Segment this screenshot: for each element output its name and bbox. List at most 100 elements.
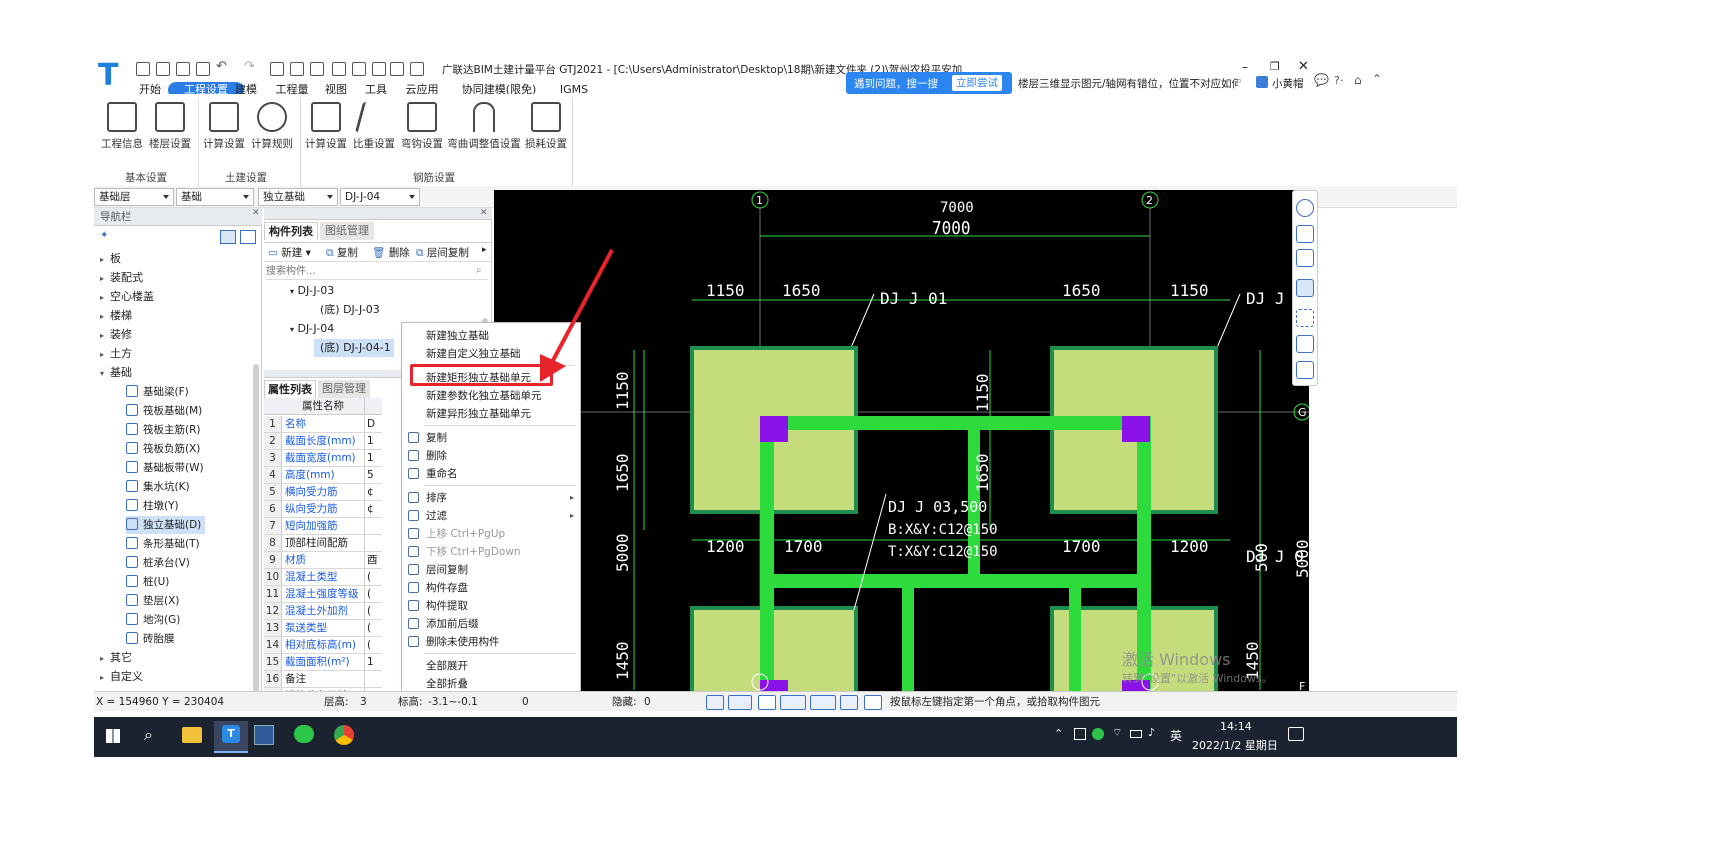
object-view-icon[interactable]	[1296, 335, 1314, 353]
arc-icon[interactable]	[864, 695, 882, 710]
copy-button[interactable]: ⧉ 复制	[326, 245, 358, 260]
detail-view-icon[interactable]	[240, 230, 256, 244]
nav-item-brick-form[interactable]: 砖胎膜	[126, 630, 175, 648]
snap-icon[interactable]	[728, 695, 752, 710]
report-icon[interactable]	[290, 62, 304, 76]
calc-rules-button[interactable]: 计算规则	[248, 102, 296, 151]
3d-view-icon[interactable]	[1296, 199, 1314, 217]
civil-calc-settings-button[interactable]: 计算设置	[200, 102, 248, 151]
property-value[interactable]: 1	[364, 654, 382, 670]
minimize-icon[interactable]: –	[1242, 60, 1248, 74]
battery-icon[interactable]	[1130, 730, 1142, 738]
nav-group-other[interactable]: ▸ 其它	[100, 649, 132, 667]
dynamic-input-icon[interactable]	[810, 695, 836, 710]
context-menu-item[interactable]: 添加前后缀	[402, 615, 580, 633]
property-value[interactable]: 1	[364, 450, 382, 466]
cube-front-icon[interactable]	[1296, 249, 1314, 267]
nav-group-hollow[interactable]: ▸ 空心楼盖	[100, 288, 154, 306]
cube-top-icon[interactable]	[1296, 225, 1314, 243]
redo-icon[interactable]: ↷	[244, 59, 255, 74]
tray-apps-icon[interactable]	[1074, 728, 1086, 740]
more-icon[interactable]: ▸	[482, 245, 487, 255]
cross-icon[interactable]	[758, 695, 776, 710]
delete-button[interactable]: 🗑 删除	[372, 245, 410, 260]
property-value[interactable]: 酉	[364, 552, 382, 568]
property-row[interactable]: 3 截面宽度(mm) 1	[264, 450, 382, 467]
nav-item-raft-neg-rebar[interactable]: 筏板负筋(X)	[126, 440, 200, 458]
type-select[interactable]: 独立基础	[258, 188, 338, 206]
help-search-text[interactable]: 楼层三维显示图元/轴网有错位，位置不对应如何处理？	[1018, 76, 1238, 91]
floor-copy-button[interactable]: ⧉ 层间复制	[416, 245, 469, 260]
film-icon[interactable]	[390, 62, 404, 76]
file-explorer-icon[interactable]	[182, 727, 202, 743]
context-menu-item[interactable]: 重命名	[402, 465, 580, 483]
bend-adjust-button[interactable]: 弯曲调整值设置	[446, 102, 522, 151]
property-value[interactable]: (	[364, 569, 382, 585]
property-row[interactable]: 1 名称 D	[264, 416, 382, 433]
tree-leaf-dj-j-03[interactable]: (底) DJ-J-03	[320, 301, 380, 319]
tray-expand-icon[interactable]: ⌃	[1054, 727, 1063, 740]
weight-settings-button[interactable]: 比重设置	[350, 102, 398, 151]
search-icon[interactable]: ⌕	[144, 725, 153, 745]
category-select[interactable]: 基础	[176, 188, 254, 206]
tree-node-dj-j-04[interactable]: ▾ DJ-J-04	[290, 320, 334, 338]
context-menu-item[interactable]: 复制	[402, 429, 580, 447]
try-now-button[interactable]: 立即尝试	[952, 75, 1002, 91]
user-name[interactable]: 小黄帽	[1272, 76, 1304, 91]
pin-icon[interactable]: ✦	[100, 230, 108, 241]
property-value[interactable]	[364, 518, 382, 534]
nav-item-foundation-beam[interactable]: 基础梁(F)	[126, 383, 189, 401]
table-icon[interactable]	[310, 62, 324, 76]
nav-group-stairs[interactable]: ▸ 楼梯	[100, 307, 132, 325]
floor-settings-button[interactable]: 楼层设置	[146, 102, 194, 151]
angle-icon[interactable]	[780, 695, 806, 710]
tray-wechat-icon[interactable]	[1092, 728, 1104, 740]
property-value[interactable]: (	[364, 586, 382, 602]
context-menu-item[interactable]: 全部展开	[402, 657, 580, 675]
property-value[interactable]: (	[364, 637, 382, 653]
undo-icon[interactable]: ↶	[216, 59, 227, 74]
select-icon[interactable]	[840, 695, 858, 710]
context-menu-item[interactable]: 新建参数化独立基础单元	[402, 387, 580, 405]
chrome-icon[interactable]	[334, 725, 354, 745]
context-menu-item[interactable]: 新建异形独立基础单元	[402, 405, 580, 423]
loss-settings-button[interactable]: 损耗设置	[522, 102, 570, 151]
tree-node-dj-j-03[interactable]: ▾ DJ-J-03	[290, 282, 334, 300]
new-file-icon[interactable]	[156, 62, 170, 76]
nav-group-earthwork[interactable]: ▸ 土方	[100, 345, 132, 363]
cad-app-icon[interactable]	[254, 725, 274, 745]
nav-item-cushion[interactable]: 垫层(X)	[126, 592, 179, 610]
import-icon[interactable]	[136, 62, 150, 76]
search-icon[interactable]: ⌕	[1236, 74, 1242, 88]
fullscreen-icon[interactable]	[1296, 309, 1314, 327]
property-value[interactable]	[364, 671, 382, 687]
wechat-icon[interactable]	[294, 725, 314, 743]
component-search-input[interactable]	[266, 264, 488, 280]
ortho-icon[interactable]	[706, 695, 724, 710]
property-row[interactable]: 5 横向受力筋 ¢	[264, 484, 382, 501]
property-value[interactable]: ¢	[364, 484, 382, 500]
nav-item-trench[interactable]: 地沟(G)	[126, 611, 180, 629]
list-view-icon[interactable]	[220, 230, 236, 244]
new-button[interactable]: ▭ 新建 ▾	[268, 245, 311, 260]
context-menu-item[interactable]: 构件存盘	[402, 579, 580, 597]
sum-icon[interactable]	[270, 62, 284, 76]
restore-icon[interactable]: ❐	[1270, 60, 1280, 73]
notification-icon[interactable]	[1288, 727, 1304, 741]
property-value[interactable]: (	[364, 620, 382, 636]
nav-item-strip-footing[interactable]: 条形基础(T)	[126, 535, 200, 553]
user-avatar-icon[interactable]	[1256, 76, 1268, 88]
property-row[interactable]: 14 相对底标高(m) (	[264, 637, 382, 654]
properties-view-icon[interactable]	[1296, 361, 1314, 379]
property-row[interactable]: 8 顶部柱间配筋	[264, 535, 382, 552]
layer-icon[interactable]	[372, 62, 386, 76]
nav-item-pile-cap[interactable]: 桩承台(V)	[126, 554, 190, 572]
nav-group-custom[interactable]: ▸ 自定义	[100, 668, 143, 686]
nav-item-isolated-footing[interactable]: 独立基础(D)	[126, 516, 206, 534]
tab-layer-management[interactable]: 图层管理	[318, 380, 370, 398]
skin-icon[interactable]: ⌂	[1354, 73, 1362, 87]
nav-group-decoration[interactable]: ▸ 装修	[100, 326, 132, 344]
hook-settings-button[interactable]: 弯钩设置	[398, 102, 446, 151]
property-value[interactable]: (	[364, 603, 382, 619]
sync-icon[interactable]	[410, 62, 424, 76]
